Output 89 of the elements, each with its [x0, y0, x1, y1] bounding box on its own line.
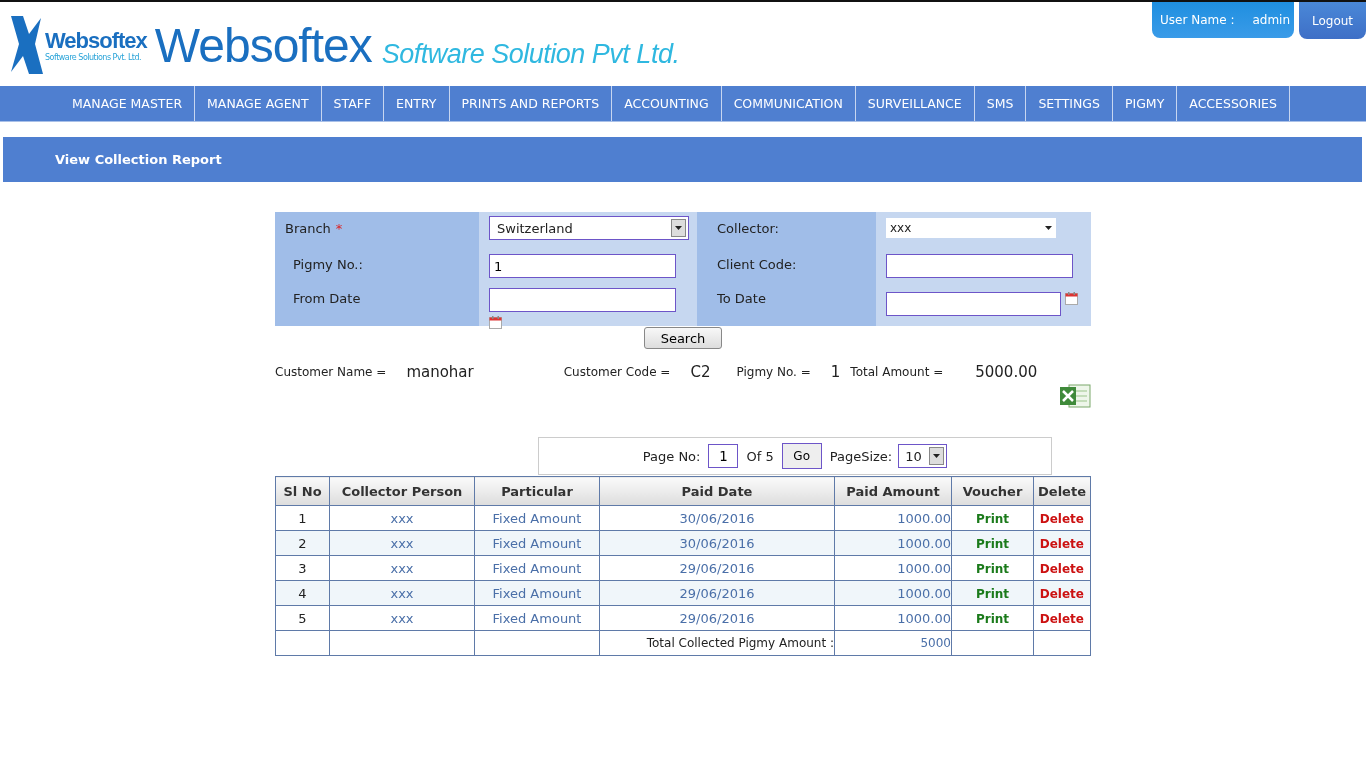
nav-item[interactable]: SURVEILLANCE: [855, 86, 975, 121]
date-field[interactable]: [886, 292, 1061, 316]
table-cell: xxx: [329, 530, 475, 556]
table-cell: 3: [275, 555, 330, 581]
field-label: Collector:: [717, 221, 779, 236]
field-label: Pigmy No.:: [292, 257, 363, 272]
column-header: Delete: [1033, 476, 1091, 506]
table-cell: xxx: [329, 580, 475, 606]
table-cell: 29/06/2016: [599, 580, 835, 606]
nav-item[interactable]: COMMUNICATION: [721, 86, 856, 121]
nav-item[interactable]: SETTINGS: [1026, 86, 1113, 121]
field-label: Branch: [285, 221, 331, 236]
column-header: Voucher: [951, 476, 1034, 506]
company-tagline: Software Solution Pvt Ltd.: [381, 38, 680, 70]
table-cell: xxx: [329, 505, 475, 531]
go-button[interactable]: Go: [781, 443, 822, 469]
table-cell: Fixed Amount: [474, 505, 600, 531]
table-cell: Fixed Amount: [474, 530, 600, 556]
summary-value: manohar: [406, 363, 474, 381]
table-cell: 30/06/2016: [599, 505, 835, 531]
summary-label: Customer Code =: [563, 365, 671, 379]
column-header: Paid Date: [599, 476, 835, 506]
calendar-icon[interactable]: [1065, 292, 1078, 305]
table-cell: 2: [275, 530, 330, 556]
column-header: Particular: [474, 476, 600, 506]
nav-item[interactable]: PRINTS AND REPORTS: [449, 86, 613, 121]
nav-item[interactable]: ACCESSORIES: [1177, 86, 1290, 121]
column-header: Sl No: [275, 476, 330, 506]
table-cell: 5: [275, 605, 330, 631]
summary-label: Pigmy No. =: [736, 365, 811, 379]
summary-value: C2: [690, 363, 711, 381]
table-cell: 1000.00: [834, 580, 952, 606]
branch-select[interactable]: Switzerland: [489, 216, 689, 240]
nav-item[interactable]: SMS: [974, 86, 1027, 121]
field-label: Client Code:: [717, 257, 797, 272]
table-cell: xxx: [329, 605, 475, 631]
nav-item[interactable]: PIGMY: [1112, 86, 1178, 121]
logo-title: Websoftex: [45, 28, 147, 53]
input-field[interactable]: 1: [489, 254, 676, 278]
page-size-select[interactable]: 10: [898, 444, 948, 468]
total-label: Total Collected Pigmy Amount :: [599, 630, 835, 656]
summary-value: 5000.00: [975, 363, 1038, 381]
dropdown-arrow-icon: [1045, 226, 1052, 230]
input-field[interactable]: [886, 254, 1073, 278]
field-label: To Date: [717, 291, 766, 306]
dropdown-arrow-icon: [933, 454, 941, 458]
page-count: Of 5: [746, 448, 774, 464]
summary-value: 1: [830, 363, 841, 381]
user-label: User Name :: [1160, 13, 1235, 27]
page-title: View Collection Report: [55, 152, 222, 167]
summary-label: Customer Name =: [275, 365, 387, 379]
collector-select[interactable]: xxx: [886, 218, 1056, 238]
search-button[interactable]: Search: [644, 327, 722, 349]
summary-label: Total Amount =: [850, 365, 944, 379]
dropdown-arrow-icon: [675, 226, 682, 230]
nav-item[interactable]: ENTRY: [384, 86, 450, 121]
nav-item[interactable]: ACCOUNTING: [612, 86, 722, 121]
nav-item[interactable]: MANAGE MASTER: [60, 86, 196, 121]
calendar-icon[interactable]: [489, 316, 502, 329]
user-name: admin: [1252, 13, 1291, 27]
table-cell: 4: [275, 580, 330, 606]
logo-subtitle: Software Solutions Pvt. Ltd.: [45, 52, 143, 62]
table-cell: Fixed Amount: [474, 555, 600, 581]
table-cell: 29/06/2016: [599, 555, 835, 581]
table-cell: 29/06/2016: [599, 605, 835, 631]
required-mark: *: [335, 221, 343, 236]
page-label: Page No:: [642, 448, 701, 464]
page-number-field[interactable]: 1: [708, 444, 739, 468]
total-value: 5000: [834, 630, 952, 656]
date-field[interactable]: [489, 288, 676, 312]
column-header: Paid Amount: [834, 476, 952, 506]
table-cell: 1000.00: [834, 505, 952, 531]
table-cell: 30/06/2016: [599, 530, 835, 556]
company-name: Websoftex: [154, 17, 372, 73]
spreadsheet-icon[interactable]: [1059, 383, 1091, 409]
nav-item[interactable]: STAFF: [321, 86, 385, 121]
nav-item[interactable]: MANAGE AGENT: [195, 86, 322, 121]
table-cell: 1000.00: [834, 555, 952, 581]
logout-button[interactable]: Logout: [1299, 2, 1366, 39]
field-label: From Date: [292, 291, 361, 306]
column-header: Collector Person: [329, 476, 475, 506]
page-size-label: PageSize:: [829, 448, 893, 464]
table-cell: xxx: [329, 555, 475, 581]
table-cell: Fixed Amount: [474, 580, 600, 606]
table-cell: 1: [275, 505, 330, 531]
logo-icon: [9, 16, 43, 74]
table-cell: 1000.00: [834, 530, 952, 556]
table-cell: Fixed Amount: [474, 605, 600, 631]
table-cell: 1000.00: [834, 605, 952, 631]
